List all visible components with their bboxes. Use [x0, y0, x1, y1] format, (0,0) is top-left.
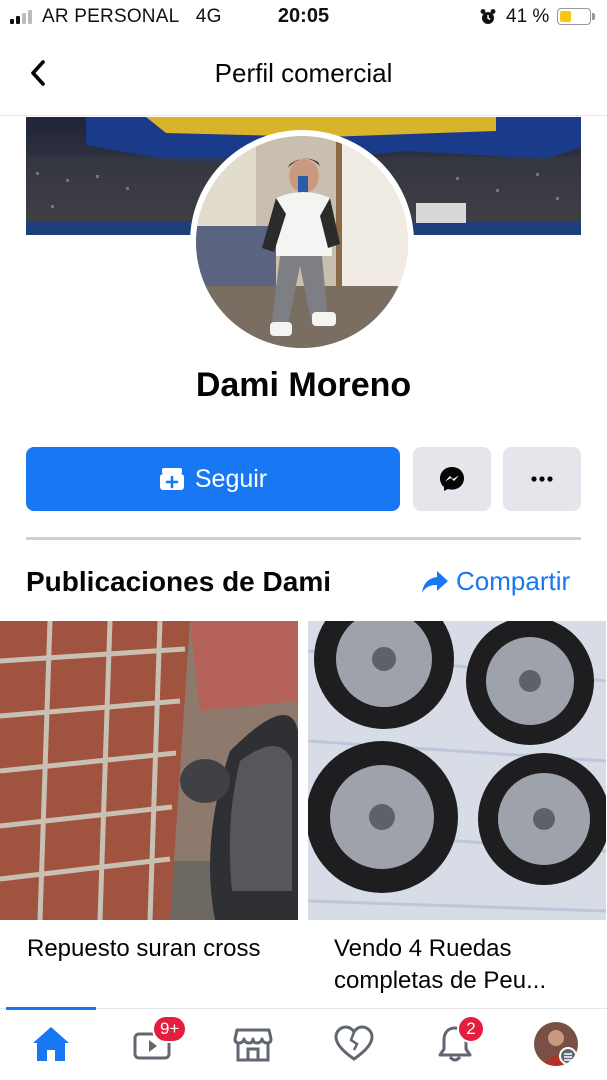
heart-icon — [334, 1025, 374, 1061]
watch-badge: 9+ — [152, 1015, 188, 1043]
marketplace-icon — [233, 1028, 273, 1062]
post-card-1[interactable]: Repuesto suran cross — [0, 621, 298, 1011]
tab-watch[interactable]: 9+ — [122, 1015, 188, 1069]
home-icon — [33, 1027, 69, 1061]
nav-header: Perfil comercial — [0, 34, 607, 116]
more-options-button[interactable] — [503, 447, 581, 511]
section-divider — [26, 537, 581, 540]
tab-home[interactable] — [21, 1019, 81, 1069]
share-button[interactable]: Compartir — [420, 566, 570, 597]
tab-marketplace[interactable] — [223, 1019, 283, 1069]
battery-icon — [557, 8, 595, 25]
follow-plus-icon — [159, 468, 184, 490]
notifications-badge: 2 — [457, 1015, 485, 1043]
post-card-2[interactable]: Vendo 4 Ruedas completas de Peu... — [308, 621, 606, 1011]
post-image — [0, 621, 298, 920]
profile-avatar[interactable] — [196, 136, 408, 348]
message-button[interactable] — [413, 447, 491, 511]
post-caption: Vendo 4 Ruedas completas de Peu... — [334, 935, 547, 994]
more-dots-icon — [531, 476, 553, 482]
status-bar: AR PERSONAL 4G 20:05 41 % — [0, 0, 607, 34]
tab-profile-menu[interactable] — [526, 1019, 586, 1069]
share-label: Compartir — [456, 566, 571, 596]
post-caption: Repuesto suran cross — [27, 935, 261, 962]
messenger-icon — [440, 467, 464, 491]
tab-dating[interactable] — [324, 1019, 384, 1069]
battery-percent: 41 % — [506, 6, 550, 27]
battery-level — [560, 11, 571, 22]
share-arrow-icon — [422, 570, 448, 593]
follow-button[interactable]: Seguir — [26, 447, 400, 511]
post-image — [308, 621, 606, 920]
avatar-icon — [534, 1022, 578, 1066]
active-tab-indicator — [6, 1007, 96, 1010]
tab-notifications[interactable]: 2 — [425, 1015, 485, 1069]
posts-section-title: Publicaciones de Dami — [26, 566, 331, 597]
bottom-tab-bar: 9+ 2 — [0, 1007, 607, 1080]
alarm-icon — [480, 9, 496, 24]
profile-name: Dami Moreno — [195, 366, 412, 404]
page-title: Perfil comercial — [214, 58, 393, 88]
follow-button-label: Seguir — [194, 464, 268, 493]
